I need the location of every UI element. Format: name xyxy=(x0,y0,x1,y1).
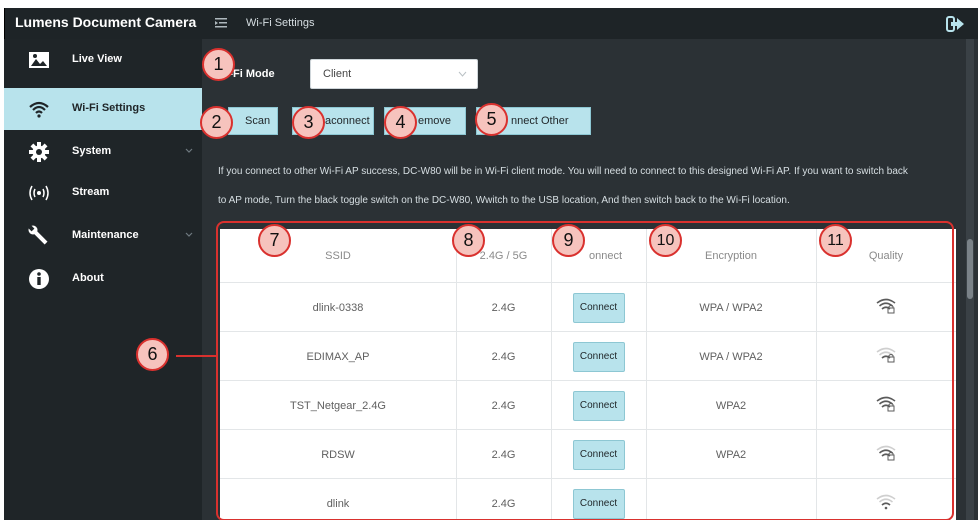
callout-11: 11 xyxy=(819,224,852,257)
callout-6: 6 xyxy=(136,338,169,371)
brand-title: Lumens Document Camera xyxy=(15,14,197,30)
wifi-signal-locked-icon xyxy=(875,297,897,318)
wrench-icon xyxy=(27,225,51,247)
wifi-mode-value: Client xyxy=(323,68,352,80)
wifi-signal-icon xyxy=(875,493,897,514)
connect-button[interactable]: Connect xyxy=(572,292,625,323)
cell-encryption: WPA2 xyxy=(715,399,747,412)
cell-quality xyxy=(816,430,956,479)
scan-button-label: Scan xyxy=(245,115,271,127)
table-row: dlink-0338 2.4G Connect WPA / WPA2 xyxy=(220,282,956,331)
top-margin xyxy=(0,0,978,8)
cell-quality xyxy=(816,332,956,381)
sidebar: Live View Wi-Fi Settings System Stream M… xyxy=(4,39,202,520)
sidebar-item-label: Stream xyxy=(72,186,110,198)
cell-ssid: dlink-0338 xyxy=(312,301,364,314)
image-icon xyxy=(27,49,51,71)
page-title: Wi-Fi Settings xyxy=(246,17,315,29)
wifi-signal-locked-icon xyxy=(875,346,897,367)
chevron-down-icon xyxy=(185,232,193,237)
callout-2: 2 xyxy=(200,106,233,139)
wifi-icon xyxy=(27,98,51,120)
sidebar-item-live-view[interactable]: Live View xyxy=(4,39,202,81)
sidebar-item-label: System xyxy=(72,145,112,157)
connect-button[interactable]: Connect xyxy=(572,439,625,470)
table-row: TST_Netgear_2.4G 2.4G Connect WPA2 xyxy=(220,380,956,429)
broadcast-icon xyxy=(27,182,51,204)
wifi-network-table: SSID 2.4G / 5G onnect Encryption Quality… xyxy=(220,229,956,520)
cell-ssid: RDSW xyxy=(321,448,355,461)
wifi-mode-select[interactable]: Client xyxy=(310,59,478,89)
connect-button[interactable]: Connect xyxy=(572,341,625,372)
sidebar-item-maintenance[interactable]: Maintenance xyxy=(4,215,202,257)
scrollbar-thumb[interactable] xyxy=(967,239,973,299)
table-row: dlink 2.4G Connect xyxy=(220,478,956,520)
description-line-1: If you connect to other Wi-Fi AP success… xyxy=(218,166,908,177)
chevron-down-icon xyxy=(185,148,193,153)
callout-10: 10 xyxy=(649,224,682,257)
sidebar-item-label: Maintenance xyxy=(72,229,139,241)
disconnect-button-label: aconnect xyxy=(325,115,370,127)
cell-band: 2.4G xyxy=(491,399,516,412)
cell-connect: Connect xyxy=(551,332,646,381)
callout-7: 7 xyxy=(258,224,291,257)
callout-9: 9 xyxy=(552,224,585,257)
callout-1: 1 xyxy=(202,48,235,81)
scan-button[interactable]: Scan xyxy=(228,107,278,135)
header-ssid: SSID xyxy=(325,249,351,262)
cell-encryption: WPA / WPA2 xyxy=(699,350,763,363)
description-line-2: to AP mode, Turn the black toggle switch… xyxy=(218,195,790,206)
cell-band: 2.4G xyxy=(491,497,516,510)
sidebar-item-label: Live View xyxy=(72,53,122,65)
cell-encryption: WPA / WPA2 xyxy=(699,301,763,314)
sidebar-item-label: About xyxy=(72,272,104,284)
top-bar: Lumens Document Camera Wi-Fi Settings xyxy=(5,8,978,39)
screenshot-frame: Lumens Document Camera Wi-Fi Settings Li… xyxy=(0,0,978,520)
cell-quality xyxy=(816,479,956,520)
cell-encryption: WPA2 xyxy=(715,448,747,461)
callout-leader-line xyxy=(176,355,218,357)
callout-4: 4 xyxy=(384,106,417,139)
cell-ssid: dlink xyxy=(326,497,350,510)
sidebar-item-about[interactable]: About xyxy=(4,258,202,300)
cell-band: 2.4G xyxy=(491,301,516,314)
cell-connect: Connect xyxy=(551,381,646,430)
cell-connect: Connect xyxy=(551,479,646,520)
cell-ssid: EDIMAX_AP xyxy=(306,350,370,363)
cell-quality xyxy=(816,283,956,332)
cell-band: 2.4G xyxy=(491,448,516,461)
cell-ssid: TST_Netgear_2.4G xyxy=(290,399,386,412)
vertical-scrollbar[interactable] xyxy=(966,39,974,520)
cell-connect: Connect xyxy=(551,283,646,332)
gear-icon xyxy=(27,141,51,163)
connect-other-button-label: nnect Other xyxy=(511,115,569,127)
table-row: RDSW 2.4G Connect WPA2 xyxy=(220,429,956,478)
cell-quality xyxy=(816,381,956,430)
menu-collapse-icon[interactable] xyxy=(214,15,230,31)
connect-button[interactable]: Connect xyxy=(572,488,625,519)
sidebar-item-label: Wi-Fi Settings xyxy=(72,102,146,114)
sidebar-item-wifi-settings[interactable]: Wi-Fi Settings xyxy=(4,88,202,130)
cell-band: 2.4G xyxy=(491,350,516,363)
callout-3: 3 xyxy=(292,106,325,139)
chevron-down-icon xyxy=(458,71,467,77)
table-row: EDIMAX_AP 2.4G Connect WPA / WPA2 xyxy=(220,331,956,380)
cell-connect: Connect xyxy=(551,430,646,479)
logout-icon[interactable] xyxy=(945,14,965,34)
connect-button[interactable]: Connect xyxy=(572,390,625,421)
sidebar-item-system[interactable]: System xyxy=(4,131,202,173)
callout-5: 5 xyxy=(475,103,508,136)
wifi-signal-locked-icon xyxy=(875,444,897,465)
info-icon xyxy=(27,268,51,290)
remove-button-label: emove xyxy=(418,115,452,127)
callout-8: 8 xyxy=(452,224,485,257)
sidebar-item-stream[interactable]: Stream xyxy=(4,172,202,214)
wifi-signal-locked-icon xyxy=(875,395,897,416)
cell-encryption xyxy=(646,479,816,520)
